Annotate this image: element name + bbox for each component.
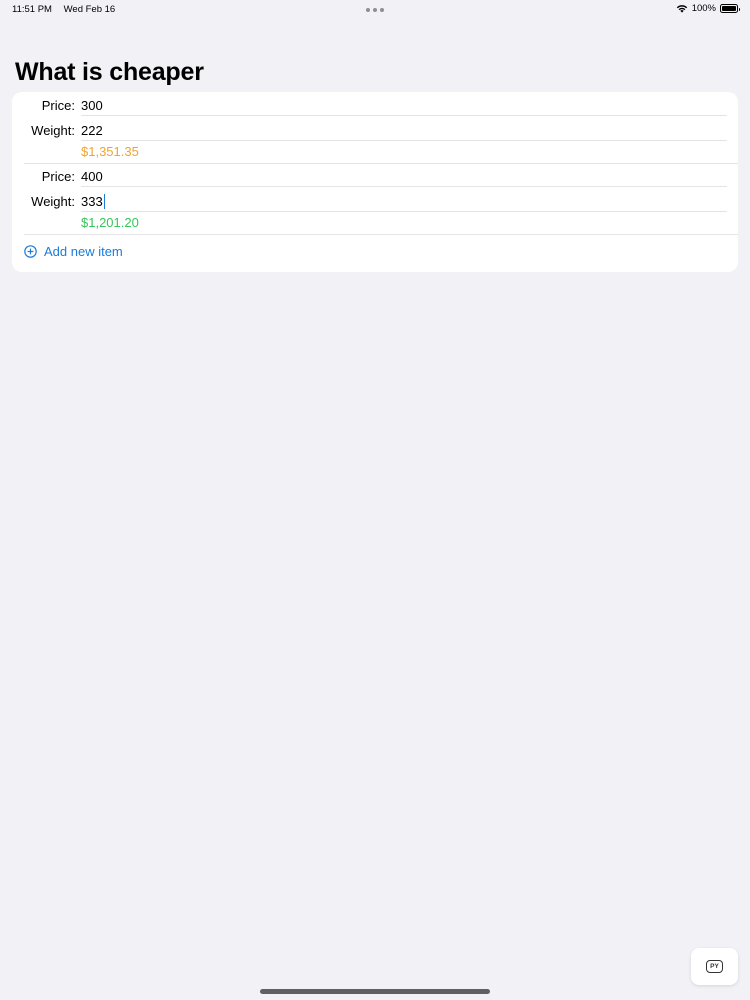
divider: [81, 115, 727, 116]
items-list: Price: 300 Weight: 222 $1,351.35 Price: …: [12, 92, 738, 272]
status-time: 11:51 PM: [12, 4, 52, 15]
price-input[interactable]: 400: [81, 169, 103, 184]
wifi-icon: [676, 5, 687, 13]
page-title: What is cheaper: [15, 58, 204, 86]
weight-row: Weight: 333: [12, 189, 738, 213]
weight-label: Weight:: [31, 193, 75, 209]
status-bar: 11:51 PM Wed Feb 16 100%: [0, 0, 750, 20]
item-divider: [24, 234, 738, 235]
divider: [81, 211, 727, 212]
price-input[interactable]: 300: [81, 98, 103, 113]
price-label: Price:: [41, 97, 75, 113]
divider: [81, 140, 727, 141]
divider: [81, 186, 727, 187]
home-indicator[interactable]: [260, 989, 490, 994]
plus-circle-icon: [24, 245, 37, 258]
battery-icon: [720, 4, 740, 13]
status-right: 100%: [676, 3, 740, 14]
unit-price-result: $1,351.35: [81, 144, 139, 159]
weight-row: Weight: 222: [12, 118, 738, 142]
add-new-item-button[interactable]: Add new item: [24, 244, 123, 259]
weight-input-focused[interactable]: 333: [81, 193, 106, 209]
multitasking-dots-icon[interactable]: [366, 8, 384, 12]
add-new-item-label: Add new item: [44, 244, 123, 259]
price-label: Price:: [41, 168, 75, 184]
status-date: Wed Feb 16: [63, 4, 116, 15]
battery-percent: 100%: [691, 3, 716, 14]
text-caret: [103, 193, 106, 209]
status-left: 11:51 PM Wed Feb 16: [12, 4, 124, 15]
price-row: Price: 400: [12, 164, 738, 188]
keyboard-language-button[interactable]: PY: [691, 948, 738, 985]
weight-label: Weight:: [31, 122, 75, 138]
unit-price-result: $1,201.20: [81, 215, 139, 230]
weight-input-value: 333: [81, 193, 103, 209]
keyboard-language-icon: PY: [706, 960, 723, 973]
weight-input[interactable]: 222: [81, 123, 103, 138]
price-row: Price: 300: [12, 93, 738, 117]
